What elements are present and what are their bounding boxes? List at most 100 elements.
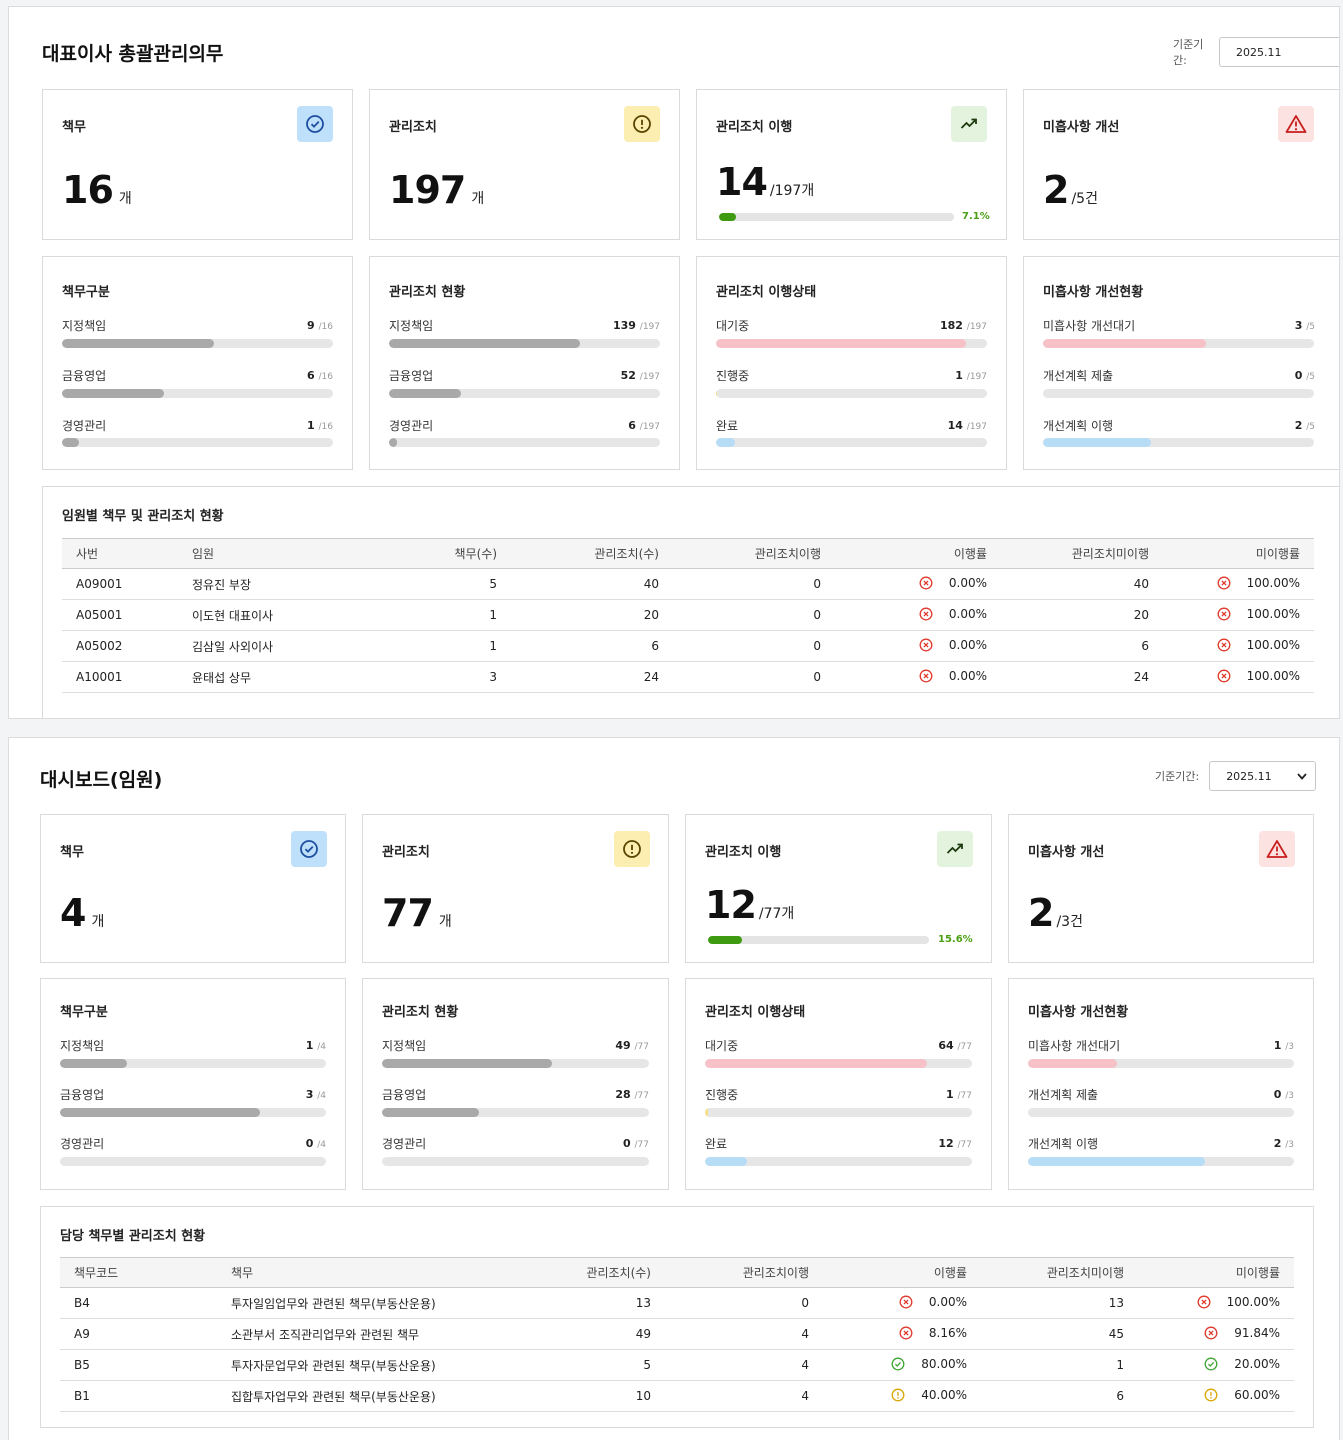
breakdown-bar	[1028, 1059, 1294, 1068]
breakdown-label: 개선계획 이행	[1043, 419, 1114, 433]
duty-count: 4개	[60, 891, 105, 935]
rate-value: 0.00%	[948, 606, 987, 621]
exec-percent: 7.1%	[962, 211, 990, 222]
breakdown-card-defect: 미흡사항 개선현황 미흡사항 개선대기 1 /3 개선계획 제출 0 /3 개선…	[1008, 978, 1314, 1190]
warning-triangle-icon	[1259, 831, 1295, 867]
breakdown-bar	[60, 1059, 326, 1068]
table-row[interactable]: A09001 정유진 부장 5 40 0 0.00% 40 100.00%	[62, 568, 1314, 600]
column-header[interactable]: 관리조치(수)	[537, 1257, 665, 1288]
table-cell: 40	[511, 568, 673, 600]
column-header[interactable]: 이행률	[835, 538, 1001, 569]
breakdown-label: 경영관리	[62, 419, 107, 433]
column-header[interactable]: 관리조치이행	[665, 1257, 823, 1288]
unrate-cell: 100.00%	[1138, 1287, 1294, 1319]
period-label: 기준기간:	[1173, 38, 1204, 67]
table-cell: B1	[60, 1380, 217, 1412]
card-title: 관리조치 이행상태	[716, 285, 817, 300]
table-cell: 20	[511, 599, 673, 631]
period-select[interactable]: 2025.11	[1218, 37, 1339, 67]
table-title: 담당 책무별 관리조치 현황	[60, 1229, 206, 1244]
column-header[interactable]: 책무	[217, 1257, 537, 1288]
unrate-cell: 100.00%	[1163, 661, 1314, 693]
breakdown-value: 12 /77	[938, 1137, 972, 1150]
column-header[interactable]: 미이행률	[1163, 538, 1314, 569]
table-cell: A05001	[62, 599, 178, 631]
column-header[interactable]: 이행률	[823, 1257, 981, 1288]
table-row[interactable]: A9 소관부서 조직관리업무와 관련된 책무 49 4 8.16% 45 91.84%	[60, 1318, 1294, 1350]
breakdown-card-action: 관리조치 현황 지정책임 139 /197 금융영업 52 /197 경영관리 …	[369, 256, 680, 470]
breakdown-value: 3 /4	[305, 1088, 326, 1101]
table-cell: 6	[511, 630, 673, 662]
breakdown-value: 9 /16	[307, 319, 333, 332]
table-cell: 0	[673, 568, 835, 600]
column-header[interactable]: 관리조치미이행	[981, 1257, 1138, 1288]
card-title: 미흡사항 개선현황	[1028, 1005, 1129, 1020]
table-row[interactable]: B1 집합투자업무와 관련된 책무(부동산운용) 10 4 40.00% 6 60.00%	[60, 1380, 1294, 1412]
rate-cell: 0.00%	[835, 568, 1001, 600]
column-header[interactable]: 책무코드	[60, 1257, 217, 1288]
period-filter: 기준기간: 2025.11	[1155, 761, 1317, 791]
table-cell: 13	[981, 1287, 1138, 1319]
table-cell: 10	[537, 1380, 665, 1412]
card-title: 책무	[62, 120, 86, 135]
breakdown-value: 1 /197	[955, 369, 987, 382]
unrate-cell: 60.00%	[1138, 1380, 1294, 1412]
status-indicator: 91.84%	[1138, 1326, 1280, 1340]
breakdown-value: 28 /77	[615, 1088, 649, 1101]
breakdown-bar	[389, 339, 660, 348]
column-header[interactable]: 사번	[62, 538, 178, 569]
breakdown-bar	[62, 389, 333, 398]
breakdown-value: 6 /16	[307, 369, 333, 382]
x-circle-icon	[1217, 669, 1231, 682]
status-indicator: 100.00%	[1163, 607, 1300, 621]
x-circle-icon	[899, 1326, 913, 1339]
column-header[interactable]: 관리조치(수)	[511, 538, 673, 569]
table-cell: 5	[375, 568, 511, 600]
table-cell: 0	[673, 661, 835, 693]
breakdown-label: 경영관리	[389, 419, 434, 433]
table-cell: 투자자문업무와 관련된 책무(부동산운용)	[217, 1349, 537, 1381]
alert-circle-icon	[1204, 1388, 1218, 1401]
table-row[interactable]: A05002 김삼일 사외이사 1 6 0 0.00% 6 100.00%	[62, 630, 1314, 662]
table-row[interactable]: A05001 이도현 대표이사 1 20 0 0.00% 20 100.00%	[62, 599, 1314, 631]
column-header[interactable]: 관리조치이행	[673, 538, 835, 569]
table-cell: 소관부서 조직관리업무와 관련된 책무	[217, 1318, 537, 1350]
trending-up-icon	[951, 106, 987, 142]
rate-cell: 80.00%	[823, 1349, 981, 1381]
breakdown-label: 개선계획 제출	[1043, 369, 1114, 383]
breakdown-value: 2 /3	[1273, 1137, 1294, 1150]
status-indicator: 20.00%	[1138, 1357, 1280, 1371]
rate-value: 91.84%	[1234, 1325, 1280, 1340]
column-header[interactable]: 임원	[178, 538, 375, 569]
breakdown-value: 182 /197	[939, 319, 987, 332]
breakdown-bar	[705, 1059, 972, 1068]
rate-value: 0.00%	[948, 637, 987, 652]
rate-value: 100.00%	[1246, 606, 1300, 621]
x-circle-icon	[899, 1295, 913, 1308]
breakdown-label: 개선계획 제출	[1028, 1088, 1099, 1102]
table-cell: 45	[981, 1318, 1138, 1350]
breakdown-value: 14 /197	[947, 419, 987, 432]
table-cell: 집합투자업무와 관련된 책무(부동산운용)	[217, 1380, 537, 1412]
rate-cell: 0.00%	[823, 1287, 981, 1319]
column-header[interactable]: 관리조치미이행	[1001, 538, 1163, 569]
breakdown-label: 금융영업	[382, 1088, 427, 1102]
period-select[interactable]: 2025.11	[1209, 761, 1317, 791]
table-row[interactable]: B4 투자일임업무와 관련된 책무(부동산운용) 13 0 0.00% 13 100.00%	[60, 1287, 1294, 1319]
summary-card-duty: 책무 16 개	[42, 89, 353, 240]
column-header[interactable]: 미이행률	[1138, 1257, 1294, 1288]
breakdown-value: 2 /5	[1294, 419, 1315, 432]
breakdown-value: 0 /3	[1273, 1088, 1294, 1101]
table-row[interactable]: B5 투자자문업무와 관련된 책무(부동산운용) 5 4 80.00% 1 20.00%	[60, 1349, 1294, 1381]
status-indicator: 80.00%	[823, 1357, 967, 1371]
rate-value: 100.00%	[1246, 575, 1300, 590]
table-cell: 6	[1001, 630, 1163, 662]
table-cell: 투자일임업무와 관련된 책무(부동산운용)	[217, 1287, 537, 1319]
breakdown-label: 금융영업	[62, 369, 107, 383]
column-header[interactable]: 책무(수)	[375, 538, 511, 569]
alert-circle-icon	[614, 831, 650, 867]
table-row[interactable]: A10001 윤태섭 상무 3 24 0 0.00% 24 100.00%	[62, 661, 1314, 693]
breakdown-bar	[60, 1108, 326, 1117]
breakdown-value: 1 /16	[307, 419, 333, 432]
period-value: 2025.11	[1226, 769, 1272, 783]
